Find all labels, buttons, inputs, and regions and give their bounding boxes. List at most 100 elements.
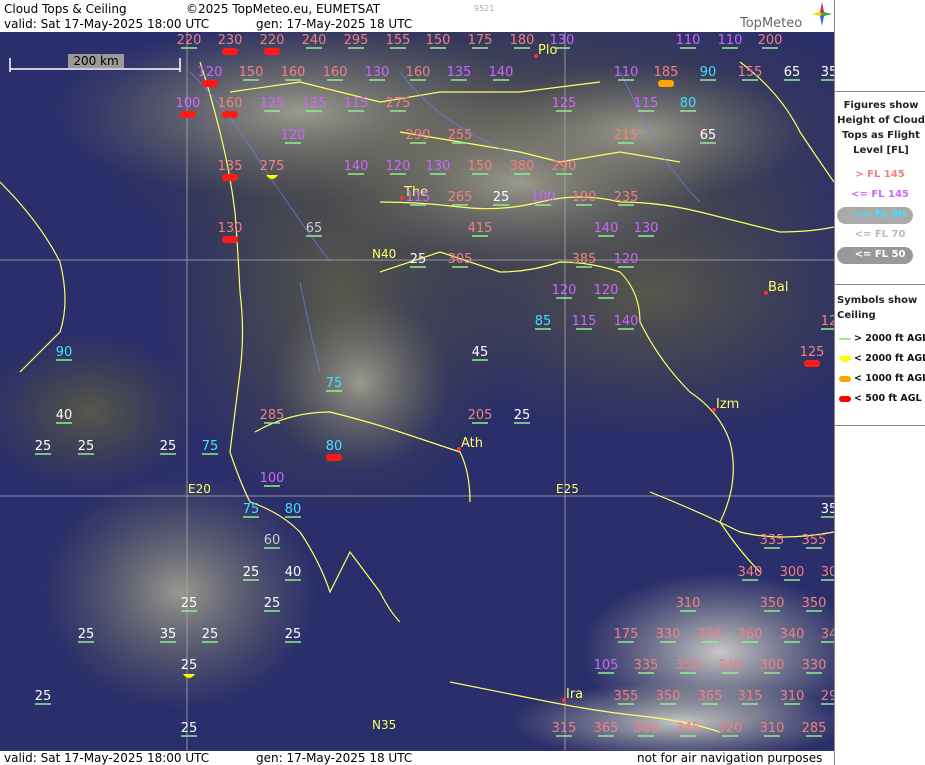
symbols-title-2: Ceiling <box>837 310 876 321</box>
cloud-top-value: 295 <box>344 33 369 48</box>
cloud-top-value: 35 <box>160 627 177 642</box>
cloud-top-value: 100 <box>260 471 285 486</box>
cloud-top-value: 135 <box>218 159 243 174</box>
cloud-top-value: 305 <box>448 252 473 267</box>
cloud-top-value: 120 <box>614 252 639 267</box>
cloud-top-value: 365 <box>698 689 723 704</box>
grid-label: N40 <box>372 247 396 261</box>
legend-panel: Figures show Height of Cloud Tops as Fli… <box>834 0 925 765</box>
cloud-top-value: 120 <box>386 159 411 174</box>
cloud-top-value: 160 <box>218 96 243 111</box>
cloud-top-value: 240 <box>302 33 327 48</box>
legend-title-2: Height of Cloud <box>837 115 925 126</box>
legend-fl-90: <= FL 90 <box>854 209 906 220</box>
disclaimer: not for air navigation purposes <box>637 751 823 765</box>
cloud-top-value: 120 <box>281 128 306 143</box>
valid-time: valid: Sat 17-May-2025 18:00 UTC <box>4 17 210 31</box>
cloud-top-value: 25 <box>35 439 52 454</box>
cloud-top-value: 34 <box>821 627 834 642</box>
cloud-top-value: 350 <box>676 658 701 673</box>
cloud-top-value: 12 <box>821 314 834 329</box>
cloud-top-value: 315 <box>738 689 763 704</box>
cloud-top-value: 285 <box>802 721 827 736</box>
cloud-top-value: 25 <box>514 408 531 423</box>
cloud-top-value: 120 <box>552 283 577 298</box>
cloud-top-value: 230 <box>218 33 243 48</box>
cloud-top-value: 275 <box>260 159 285 174</box>
cloud-top-value: 130 <box>365 65 390 80</box>
cloud-top-value: 185 <box>654 65 679 80</box>
cloud-top-value: 80 <box>680 96 697 111</box>
grid-label: E20 <box>188 482 211 496</box>
compass-icon <box>812 2 832 26</box>
cloud-top-value: 350 <box>656 689 681 704</box>
cloud-top-value: 155 <box>738 65 763 80</box>
cloud-top-value: 205 <box>468 408 493 423</box>
cloud-top-value: 25 <box>285 627 302 642</box>
cloud-top-value: 220 <box>177 33 202 48</box>
cloud-top-value: 310 <box>780 689 805 704</box>
legend-fl-145: <= FL 145 <box>851 189 909 200</box>
cloud-top-value: 150 <box>468 159 493 174</box>
cloud-top-value: 45 <box>472 345 489 360</box>
cloud-top-value: 360 <box>738 627 763 642</box>
cloud-top-value: 65 <box>700 128 717 143</box>
cloud-top-value: 125 <box>260 96 285 111</box>
cloud-top-value: 320 <box>718 721 743 736</box>
cloud-top-value: 345 <box>676 721 701 736</box>
cloud-top-value: 155 <box>386 33 411 48</box>
legend-title-4: Level [FL] <box>853 145 909 156</box>
ceiling-symbol <box>326 454 342 461</box>
cloud-top-value: 415 <box>468 221 493 236</box>
cloud-top-value: 150 <box>239 65 264 80</box>
cloud-top-value: 140 <box>489 65 514 80</box>
cloud-top-value: 115 <box>634 96 659 111</box>
topmeteo-logo: TopMeteo <box>740 16 803 31</box>
ceiling-symbol <box>222 174 238 181</box>
cloud-top-value: 235 <box>614 190 639 205</box>
cloud-top-value: 85 <box>535 314 552 329</box>
cloud-top-value: 115 <box>406 190 431 205</box>
cloud-top-value: 340 <box>780 627 805 642</box>
cloud-top-value: 90 <box>56 345 73 360</box>
cloud-top-value: 330 <box>802 658 827 673</box>
map-title: Cloud Tops & Ceiling <box>4 2 127 16</box>
cloud-top-value: 115 <box>344 96 369 111</box>
cloud-top-value: 100 <box>531 190 556 205</box>
legend-fl-70: <= FL 70 <box>854 229 906 240</box>
cloud-top-value: 75 <box>326 376 343 391</box>
cloud-top-value: 25 <box>181 721 198 736</box>
city-label: Ira <box>566 687 583 702</box>
cloud-top-value: 115 <box>572 314 597 329</box>
cloud-top-value: 160 <box>281 65 306 80</box>
cloud-top-value: 120 <box>594 283 619 298</box>
generated-time: gen: 17-May-2025 18 UTC <box>256 17 413 31</box>
cloud-top-value: 110 <box>718 33 743 48</box>
scale-label: 200 km <box>73 54 118 68</box>
cloud-top-value: 290 <box>552 159 577 174</box>
cloud-top-value: 25 <box>264 596 281 611</box>
cloud-top-value: 65 <box>306 221 323 236</box>
cloud-top-value: 25 <box>78 627 95 642</box>
cloud-top-value: 125 <box>552 96 577 111</box>
cloud-top-value: 335 <box>698 627 723 642</box>
cloud-top-value: 25 <box>493 190 510 205</box>
city-label: Ath <box>461 436 483 451</box>
city-label: Izm <box>716 397 739 412</box>
cloud-top-value: 125 <box>800 345 825 360</box>
legend-fl-50: <= FL 50 <box>854 249 906 260</box>
cloud-top-value: 310 <box>676 596 701 611</box>
cloud-top-value: 385 <box>572 252 597 267</box>
cloud-top-value: 25 <box>410 252 427 267</box>
symbol-below-500: < 500 ft AGL <box>854 393 922 404</box>
cloud-top-value: 275 <box>386 96 411 111</box>
cloud-top-value: 110 <box>676 33 701 48</box>
cloud-top-value: 60 <box>264 533 281 548</box>
cloud-top-value: 40 <box>56 408 73 423</box>
cloud-top-value: 35 <box>821 502 834 517</box>
symbol-below-2000: < 2000 ft AGL <box>854 353 925 364</box>
cloud-top-value: 75 <box>202 439 219 454</box>
cloud-top-value: 335 <box>634 658 659 673</box>
cloud-top-value: 135 <box>447 65 472 80</box>
satellite-map[interactable]: 200 km N40N35E20 E25 PloTheBalIzmAthIra 2… <box>0 32 834 751</box>
